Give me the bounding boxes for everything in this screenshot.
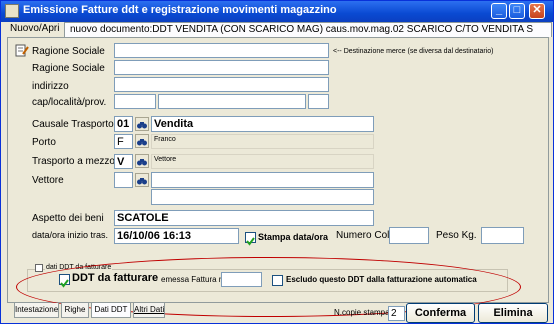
elimina-button[interactable]: Elimina bbox=[478, 303, 548, 323]
indirizzo-label: indirizzo bbox=[32, 81, 69, 92]
escludo-ddt-checkbox[interactable] bbox=[272, 275, 283, 286]
trasporto-lookup-button[interactable] bbox=[135, 154, 149, 168]
binoculars-icon bbox=[137, 178, 147, 185]
maximize-button[interactable]: □ bbox=[509, 3, 525, 19]
data-ora-input[interactable]: 16/10/06 16:13 bbox=[114, 228, 239, 244]
porto-code-input[interactable]: F bbox=[114, 134, 133, 149]
stampa-data-ora-checkbox[interactable] bbox=[245, 232, 256, 246]
causale-lookup-button[interactable] bbox=[135, 117, 149, 131]
binoculars-icon bbox=[137, 159, 147, 166]
causale-desc-field: Vendita bbox=[151, 116, 374, 132]
ragione-sociale-input-1[interactable] bbox=[114, 43, 329, 58]
emessa-fattura-input[interactable] bbox=[221, 272, 262, 287]
main-window: Emissione Fatture ddt e registrazione mo… bbox=[0, 0, 554, 324]
vettore-label: Vettore bbox=[32, 175, 64, 186]
causale-code-input[interactable]: 01 bbox=[114, 116, 133, 132]
localita-input[interactable] bbox=[158, 94, 306, 109]
app-icon bbox=[5, 4, 19, 18]
tab-intestazione[interactable]: Intestazione bbox=[14, 303, 59, 318]
tab-nuovo-documento[interactable]: nuovo documento:DDT VENDITA (CON SCARICO… bbox=[64, 22, 552, 37]
peso-kg-input[interactable] bbox=[481, 227, 524, 244]
peso-kg-label: Peso Kg. bbox=[436, 230, 477, 241]
cap-input[interactable] bbox=[114, 94, 156, 109]
numero-colli-label: Numero Colli bbox=[336, 230, 394, 241]
ddt-da-fatturare-checkbox[interactable] bbox=[59, 274, 70, 288]
minimize-button[interactable]: _ bbox=[491, 3, 507, 19]
copie-stampa-input[interactable]: 2 bbox=[388, 306, 405, 321]
trasporto-desc-field: Vettore bbox=[151, 154, 374, 169]
aspetto-beni-label: Aspetto dei beni bbox=[32, 213, 104, 224]
emessa-fattura-label: emessa Fattura n. bbox=[161, 275, 226, 284]
copie-stampa-label: N.copie stampa bbox=[334, 308, 390, 317]
checkmark-icon bbox=[60, 279, 69, 288]
cap-localita-prov-label: cap/località/prov. bbox=[32, 97, 107, 108]
tab-dati-ddt[interactable]: Dati DDT bbox=[91, 303, 131, 318]
provincia-input[interactable] bbox=[308, 94, 329, 109]
ragione-sociale-label-1: Ragione Sociale bbox=[32, 46, 105, 57]
stampa-data-ora-label: Stampa data/ora bbox=[258, 232, 329, 242]
notepad-icon bbox=[15, 44, 29, 57]
binoculars-icon bbox=[137, 139, 147, 146]
close-button[interactable]: ✕ bbox=[529, 3, 545, 19]
binoculars-icon bbox=[137, 122, 147, 129]
tab-nuovo-apri[interactable]: Nuovo/Apri bbox=[7, 23, 62, 36]
vettore-lookup-button[interactable] bbox=[135, 173, 149, 187]
ddt-da-fatturare-label: DDT da fatturare bbox=[72, 272, 159, 284]
destinazione-note: <-- Destinazione merce (se diversa dal d… bbox=[333, 48, 494, 55]
checkmark-icon bbox=[246, 237, 255, 246]
window-title: Emissione Fatture ddt e registrazione mo… bbox=[23, 4, 337, 16]
porto-lookup-button[interactable] bbox=[135, 134, 149, 148]
ragione-sociale-input-2[interactable] bbox=[114, 60, 329, 75]
escludo-ddt-label: Escludo questo DDT dalla fatturazione au… bbox=[286, 275, 477, 284]
title-bar[interactable]: Emissione Fatture ddt e registrazione mo… bbox=[1, 1, 553, 22]
group-icon bbox=[35, 264, 43, 272]
conferma-button[interactable]: Conferma bbox=[406, 303, 475, 323]
trasporto-mezzo-label: Trasporto a mezzo bbox=[32, 156, 115, 167]
causale-trasporto-label: Causale Trasporto bbox=[32, 119, 114, 130]
vettore-code-input[interactable] bbox=[114, 172, 133, 188]
vettore-name-input[interactable] bbox=[151, 172, 374, 188]
aspetto-beni-input[interactable]: SCATOLE bbox=[114, 210, 374, 226]
porto-label: Porto bbox=[32, 137, 56, 148]
indirizzo-input[interactable] bbox=[114, 77, 329, 92]
data-ora-label: data/ora inizio tras. bbox=[32, 230, 109, 240]
tab-righe[interactable]: Righe bbox=[61, 303, 89, 318]
porto-desc-field: Franco bbox=[151, 134, 374, 149]
vettore-address-input[interactable] bbox=[151, 189, 374, 205]
numero-colli-input[interactable] bbox=[389, 227, 429, 244]
ragione-sociale-label-2: Ragione Sociale bbox=[32, 63, 105, 74]
trasporto-code-input[interactable]: V bbox=[114, 154, 133, 169]
tab-altri-dati[interactable]: Altri Dati bbox=[133, 303, 165, 318]
fatturare-group-title: dati DDT da fatturare bbox=[45, 264, 113, 271]
